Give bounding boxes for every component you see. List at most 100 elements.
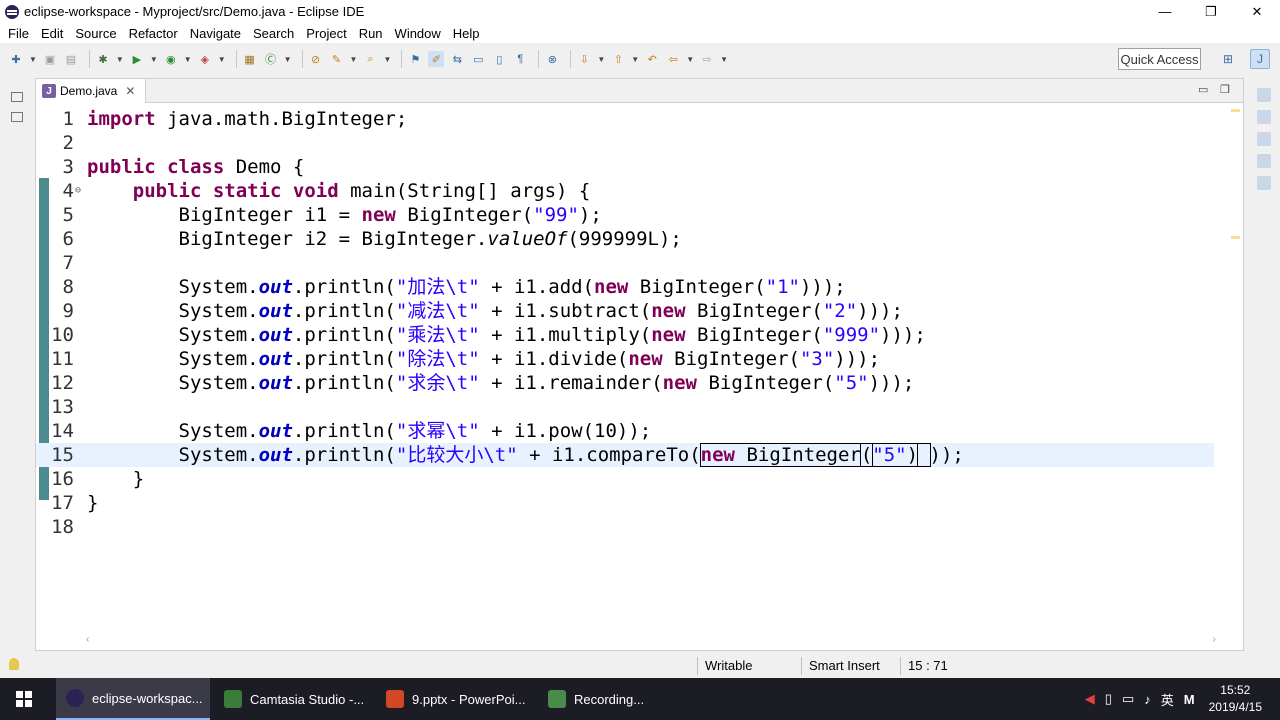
console-icon[interactable] — [1257, 176, 1271, 190]
code-editor[interactable]: 1 import java.math.BigInteger; 2 3 public cl… — [36, 103, 1216, 633]
code-line[interactable]: 13 — [36, 395, 1214, 419]
previous-annotation-icon[interactable]: ⇧ — [610, 51, 626, 67]
code-text[interactable]: System.out.println("乘法\t" + i1.multiply(… — [87, 323, 926, 347]
code-text[interactable]: } — [87, 467, 144, 491]
clock[interactable]: 15:52 2019/4/15 — [1209, 682, 1262, 716]
java-perspective-icon[interactable]: J — [1250, 49, 1270, 69]
code-line[interactable]: 2 — [36, 131, 1214, 155]
code-line[interactable]: 1 import java.math.BigInteger; — [36, 107, 1214, 131]
menu-help[interactable]: Help — [447, 26, 486, 41]
save-all-icon[interactable]: ▤ — [63, 51, 79, 67]
code-text[interactable]: System.out.println("比较大小\t" + i1.compare… — [87, 443, 964, 467]
code-text[interactable]: } — [87, 491, 98, 515]
run-dropdown-icon[interactable]: ▼ — [150, 55, 158, 64]
toggle-breadcrumb-icon[interactable]: ⚑ — [407, 51, 423, 67]
search-dropdown-icon[interactable]: ▼ — [383, 55, 391, 64]
code-text[interactable]: public static void main(String[] args) { — [87, 179, 591, 203]
new-class-dropdown-icon[interactable]: ▼ — [284, 55, 292, 64]
word-wrap-icon[interactable]: ▭ — [470, 51, 486, 67]
last-edit-icon[interactable]: ↶ — [644, 51, 660, 67]
code-line[interactable]: 17} — [36, 491, 1214, 515]
taskbar-item-recording[interactable]: Recording... — [538, 678, 658, 720]
close-button[interactable]: ✕ — [1234, 0, 1280, 23]
search-icon[interactable]: ⌕ — [362, 51, 378, 67]
external-tools-icon[interactable]: ◈ — [197, 51, 213, 67]
code-text[interactable]: System.out.println("求余\t" + i1.remainder… — [87, 371, 915, 395]
pilcrow-icon[interactable]: ¶ — [512, 51, 528, 67]
code-line[interactable]: 10 System.out.println("乘法\t" + i1.multip… — [36, 323, 1214, 347]
show-whitespace-icon[interactable]: ▯ — [491, 51, 507, 67]
debug-dropdown-icon[interactable]: ▼ — [116, 55, 124, 64]
code-text[interactable]: System.out.println("加法\t" + i1.add(new B… — [87, 275, 846, 299]
warning-marker[interactable] — [1231, 109, 1240, 112]
volume-icon[interactable]: ♪ — [1144, 692, 1151, 707]
external-tools-dropdown-icon[interactable]: ▼ — [218, 55, 226, 64]
tab-close-icon[interactable]: ✕ — [125, 84, 135, 98]
coverage-icon[interactable]: ◉ — [163, 51, 179, 67]
code-line[interactable]: 9 System.out.println("减法\t" + i1.subtrac… — [36, 299, 1214, 323]
menu-refactor[interactable]: Refactor — [123, 26, 184, 41]
minimize-button[interactable]: — — [1142, 0, 1188, 23]
forward-icon[interactable]: ⇨ — [699, 51, 715, 67]
open-task-dropdown-icon[interactable]: ▼ — [350, 55, 358, 64]
back-dropdown-icon[interactable]: ▼ — [686, 55, 694, 64]
code-line[interactable]: 8 System.out.println("加法\t" + i1.add(new… — [36, 275, 1214, 299]
menu-run[interactable]: Run — [353, 26, 389, 41]
menu-edit[interactable]: Edit — [35, 26, 69, 41]
tab-demo-java[interactable]: J Demo.java ✕ — [36, 79, 146, 103]
code-line[interactable]: 5 BigInteger i1 = new BigInteger("99"); — [36, 203, 1214, 227]
menu-file[interactable]: File — [2, 26, 35, 41]
code-text[interactable]: System.out.println("减法\t" + i1.subtract(… — [87, 299, 903, 323]
recording-tray-icon[interactable]: ◀ — [1085, 691, 1095, 707]
code-line[interactable]: 15 System.out.println("比较大小\t" + i1.comp… — [36, 443, 1214, 467]
code-line[interactable]: 16 } — [36, 467, 1214, 491]
horizontal-scrollbar[interactable]: ‹ › — [86, 634, 1216, 646]
new-dropdown-icon[interactable]: ▼ — [29, 55, 37, 64]
taskbar-item-camtasia[interactable]: Camtasia Studio -... — [214, 678, 372, 720]
javadoc-icon[interactable] — [1257, 132, 1271, 146]
block-selection-icon[interactable]: ⇆ — [449, 51, 465, 67]
network-icon[interactable]: ▭ — [1122, 691, 1134, 707]
forward-dropdown-icon[interactable]: ▼ — [720, 55, 728, 64]
taskbar-item-powerpoint[interactable]: 9.pptx - PowerPoi... — [376, 678, 534, 720]
code-text[interactable]: import java.math.BigInteger; — [87, 107, 407, 131]
code-text[interactable]: System.out.println("除法\t" + i1.divide(ne… — [87, 347, 881, 371]
maximize-button[interactable]: ❐ — [1188, 0, 1234, 23]
new-icon[interactable]: ✚ — [8, 51, 24, 67]
run-icon[interactable]: ▶ — [129, 51, 145, 67]
code-text[interactable]: BigInteger i2 = BigInteger.valueOf(99999… — [87, 227, 682, 251]
ime-language[interactable]: 英 — [1161, 690, 1174, 709]
back-icon[interactable]: ⇦ — [665, 51, 681, 67]
menu-source[interactable]: Source — [69, 26, 122, 41]
code-line[interactable]: 11 System.out.println("除法\t" + i1.divide… — [36, 347, 1214, 371]
new-package-icon[interactable]: ▦ — [242, 51, 258, 67]
code-line[interactable]: 3 public class Demo { — [36, 155, 1214, 179]
code-text[interactable]: System.out.println("求幂\t" + i1.pow(10)); — [87, 419, 652, 443]
ime-mode[interactable]: M — [1184, 692, 1195, 707]
overview-ruler[interactable] — [1229, 103, 1243, 633]
code-line[interactable]: 4 ⊖ public static void main(String[] args… — [36, 179, 1214, 203]
menu-project[interactable]: Project — [300, 26, 352, 41]
code-line[interactable]: 7 — [36, 251, 1214, 275]
code-line[interactable]: 18 — [36, 515, 1214, 539]
usb-icon[interactable]: ▯ — [1105, 691, 1112, 707]
previous-annotation-dropdown-icon[interactable]: ▼ — [631, 55, 639, 64]
code-line[interactable]: 14 System.out.println("求幂\t" + i1.pow(10… — [36, 419, 1214, 443]
declaration-icon[interactable] — [1257, 154, 1271, 168]
open-task-icon[interactable]: ✎ — [329, 51, 345, 67]
package-explorer-icon[interactable] — [11, 112, 23, 122]
code-line[interactable]: 6 BigInteger i2 = BigInteger.valueOf(999… — [36, 227, 1214, 251]
menu-navigate[interactable]: Navigate — [184, 26, 247, 41]
mark-occurrences-icon[interactable]: ✐ — [428, 51, 445, 67]
restore-icon[interactable] — [11, 92, 23, 102]
save-icon[interactable]: ▣ — [42, 51, 58, 67]
maximize-editor-icon[interactable]: ❐ — [1220, 83, 1230, 96]
taskbar-item-eclipse[interactable]: eclipse-workspac... — [56, 678, 210, 720]
code-text[interactable]: BigInteger i1 = new BigInteger("99"); — [87, 203, 602, 227]
next-annotation-icon[interactable]: ⇩ — [576, 51, 592, 67]
open-type-icon[interactable]: ⊘ — [308, 51, 324, 67]
quick-access-field[interactable]: Quick Access — [1118, 48, 1201, 70]
code-line[interactable]: 12 System.out.println("求余\t" + i1.remain… — [36, 371, 1214, 395]
minimize-editor-icon[interactable]: ▭ — [1198, 83, 1208, 96]
code-text[interactable]: public class Demo { — [87, 155, 304, 179]
